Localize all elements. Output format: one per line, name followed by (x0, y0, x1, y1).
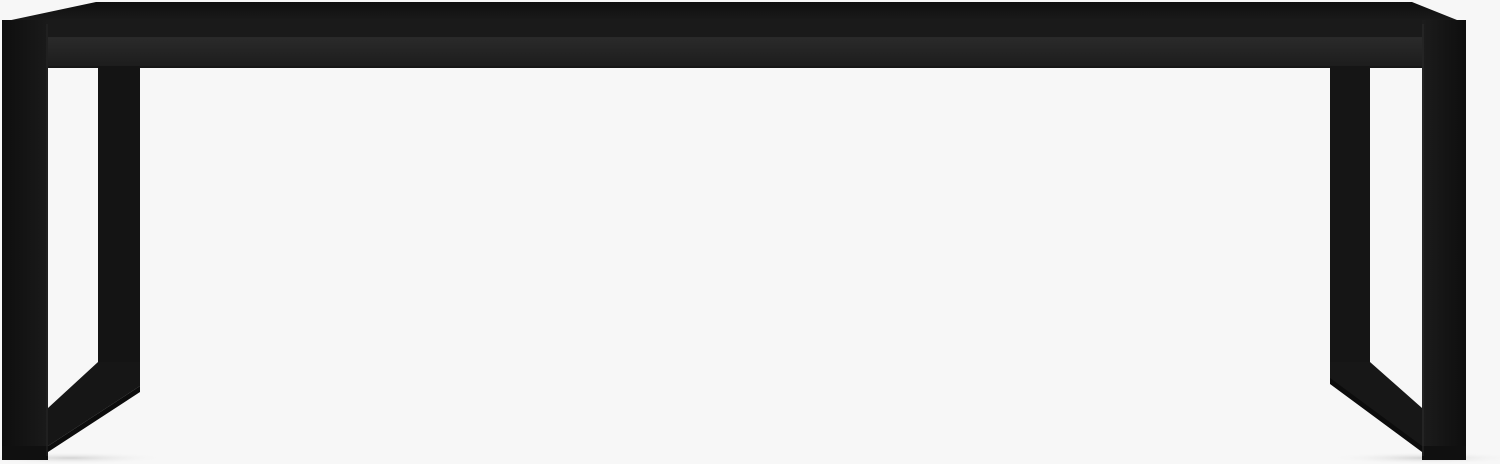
tabletop-front-edge (2, 20, 1464, 40)
tabletop-surface (2, 2, 1462, 22)
right-leg-foot (1422, 446, 1466, 460)
left-leg-front-post (2, 20, 48, 460)
right-foot-shadow (1330, 452, 1500, 464)
table-apron (46, 38, 1422, 68)
product-image-stage (0, 0, 1500, 464)
left-leg-rear-post (98, 66, 140, 362)
black-table-photo (0, 2, 1500, 464)
right-leg-rear-post (1330, 66, 1370, 370)
right-leg-front-post (1422, 20, 1466, 460)
left-leg-bottom-runner (48, 362, 140, 446)
left-leg-foot (2, 446, 48, 460)
